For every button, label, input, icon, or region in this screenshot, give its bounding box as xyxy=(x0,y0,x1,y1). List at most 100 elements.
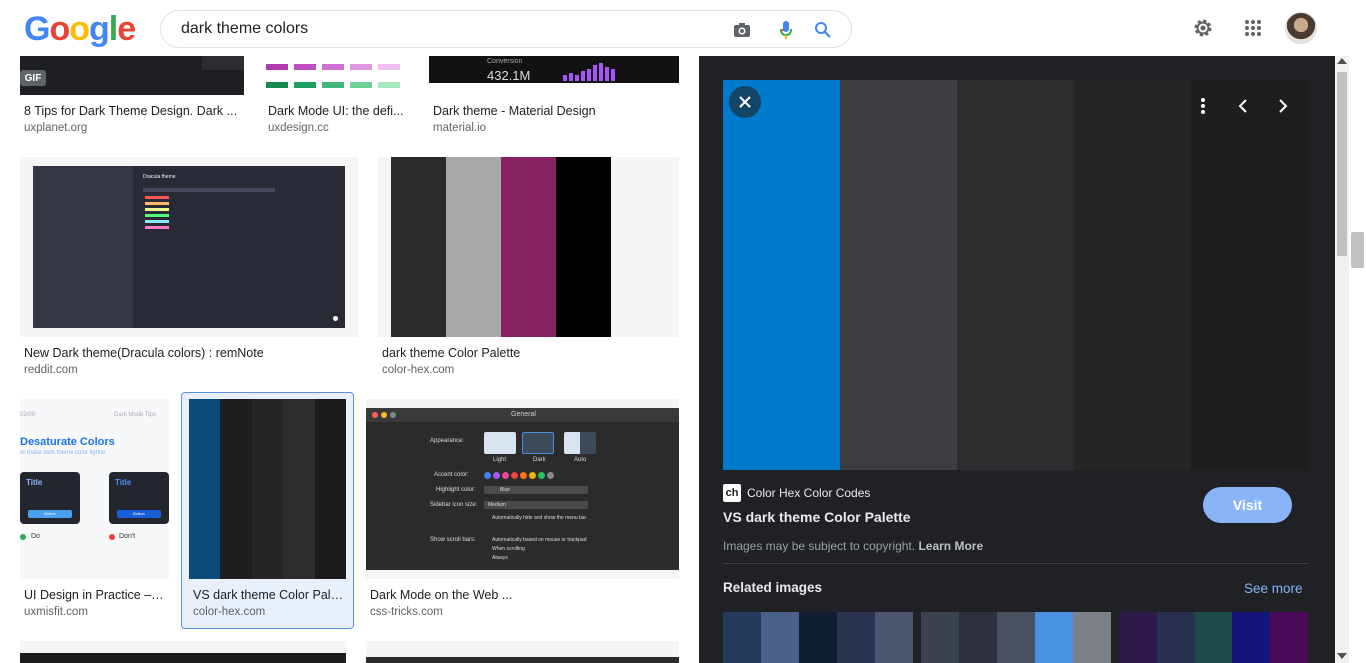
color-swatch xyxy=(314,399,347,579)
preview-image[interactable] xyxy=(723,80,1308,470)
source-row[interactable]: ch Color Hex Color Codes xyxy=(723,484,870,502)
image-title[interactable]: VS dark theme Color Palette xyxy=(723,509,911,525)
logo-letter: G xyxy=(24,10,50,48)
result-site: reddit.com xyxy=(24,364,78,376)
thumb-text: Title xyxy=(115,478,132,487)
color-swatch xyxy=(997,612,1035,663)
color-swatch xyxy=(1270,612,1308,663)
logo-letter: e xyxy=(117,10,136,48)
thumb-text: Conversion xyxy=(487,58,523,65)
result-site: uxmisfit.com xyxy=(24,606,88,618)
color-swatch xyxy=(1119,612,1157,663)
color-swatch xyxy=(840,80,957,470)
result-card-selected[interactable]: VS dark theme Color Pale... color-hex.co… xyxy=(181,392,354,629)
thumb-text: Dark xyxy=(533,457,546,463)
color-swatch xyxy=(875,612,913,663)
close-icon xyxy=(739,96,751,108)
avatar[interactable] xyxy=(1285,12,1317,44)
color-swatch xyxy=(556,157,611,337)
color-swatch xyxy=(1232,612,1271,663)
color-swatch xyxy=(921,612,959,663)
source-name: Color Hex Color Codes xyxy=(747,486,871,500)
result-title: VS dark theme Color Pale... xyxy=(193,588,345,602)
gear-icon[interactable] xyxy=(1187,12,1219,44)
scroll-down-arrow[interactable] xyxy=(1337,653,1347,659)
see-more-link[interactable]: See more xyxy=(1244,581,1303,596)
thumb-text: General xyxy=(511,411,536,418)
result-title: UI Design in Practice – ... xyxy=(24,588,165,602)
copyright-text: Images may be subject to copyright. xyxy=(723,539,916,553)
thumb-text: Blue xyxy=(484,486,588,494)
search-icon[interactable] xyxy=(812,19,834,41)
camera-icon[interactable] xyxy=(731,19,753,41)
result-title: Dark Mode on the Web ... xyxy=(370,588,513,602)
thumb-text: Appearance: xyxy=(430,438,465,444)
thumb-text: Accent color: xyxy=(434,472,469,478)
color-swatch xyxy=(1191,80,1308,470)
result-card[interactable] xyxy=(366,641,679,663)
thumb-text: 02/09 xyxy=(20,412,36,418)
related-images-heading: Related images xyxy=(723,580,823,595)
related-image[interactable] xyxy=(921,612,1111,663)
thumb-text: Dark Mode Tips xyxy=(114,412,157,418)
color-swatch xyxy=(1035,612,1073,663)
result-card[interactable]: 02/09 Dark Mode Tips Desaturate Colors o… xyxy=(20,399,169,623)
result-thumbnail xyxy=(189,399,347,579)
result-card[interactable]: Conversion 432.1M Dark theme - Material … xyxy=(429,56,679,136)
color-swatch xyxy=(957,80,1074,470)
thumb-text: Button xyxy=(117,510,161,518)
color-swatch xyxy=(959,612,997,663)
image-preview-panel: ch Color Hex Color Codes VS dark theme C… xyxy=(699,56,1335,663)
color-swatch xyxy=(189,399,221,579)
result-title: New Dark theme(Dracula colors) : remNote xyxy=(24,346,264,360)
related-image[interactable] xyxy=(723,612,913,663)
result-card[interactable]: Dracula theme New Dark theme(Dracula col… xyxy=(20,157,358,381)
result-card[interactable]: GIF 8 Tips for Dark Theme Design. Dark .… xyxy=(20,56,244,136)
mic-icon[interactable] xyxy=(775,19,797,41)
next-button[interactable] xyxy=(1271,94,1295,118)
learn-more-link[interactable]: Learn More xyxy=(918,539,983,553)
color-swatch xyxy=(391,157,446,337)
color-swatch xyxy=(761,612,799,663)
result-thumbnail: General Appearance: Light Dark Auto Acce… xyxy=(366,399,679,579)
previous-button[interactable] xyxy=(1231,94,1255,118)
result-site: color-hex.com xyxy=(193,606,266,618)
thumb-text: Dracula theme xyxy=(143,174,176,180)
thumb-text: Sidebar icon size: xyxy=(430,502,478,508)
page-scrollbar-thumb[interactable] xyxy=(1351,232,1364,268)
gif-badge: GIF xyxy=(20,70,46,86)
result-card[interactable]: dark theme Color Palette color-hex.com xyxy=(378,157,679,381)
color-swatch xyxy=(283,399,315,579)
thumb-text: Automatically hide and show the menu bar xyxy=(492,515,587,521)
visit-button[interactable]: Visit xyxy=(1203,487,1292,523)
more-vert-icon xyxy=(1201,98,1205,114)
color-swatch xyxy=(1074,80,1191,470)
related-image[interactable] xyxy=(1119,612,1308,663)
scroll-up-arrow[interactable] xyxy=(1337,58,1347,64)
result-title: dark theme Color Palette xyxy=(382,346,521,360)
color-swatch xyxy=(1156,612,1195,663)
thumb-text: or make dark theme color lighter xyxy=(20,450,107,456)
close-button[interactable] xyxy=(729,86,761,118)
color-swatch xyxy=(251,399,284,579)
result-card[interactable] xyxy=(20,641,346,663)
search-input[interactable]: dark theme colors xyxy=(160,10,852,48)
google-logo[interactable]: Google xyxy=(24,10,136,49)
result-card[interactable]: Dark Mode UI: the defi... uxdesign.cc xyxy=(264,56,409,136)
result-card[interactable]: General Appearance: Light Dark Auto Acce… xyxy=(366,399,679,623)
more-options-button[interactable] xyxy=(1191,94,1215,118)
thumb-text: When scrolling xyxy=(492,546,525,552)
logo-letter: o xyxy=(69,10,90,48)
color-swatch xyxy=(799,612,837,663)
image-results-grid: GIF 8 Tips for Dark Theme Design. Dark .… xyxy=(0,56,699,663)
logo-letter: o xyxy=(49,10,70,48)
thumb-text: Highlight color: xyxy=(436,487,476,493)
thumb-text: Medium xyxy=(484,501,588,509)
result-title: 8 Tips for Dark Theme Design. Dark ... xyxy=(24,104,238,118)
result-title: Dark theme - Material Design xyxy=(433,104,596,118)
panel-scrollbar-thumb[interactable] xyxy=(1337,72,1347,256)
result-site: material.io xyxy=(433,122,487,134)
result-thumbnail: Dracula theme xyxy=(20,157,358,337)
apps-grid-icon[interactable] xyxy=(1237,12,1269,44)
result-title: Dark Mode UI: the defi... xyxy=(268,104,404,118)
